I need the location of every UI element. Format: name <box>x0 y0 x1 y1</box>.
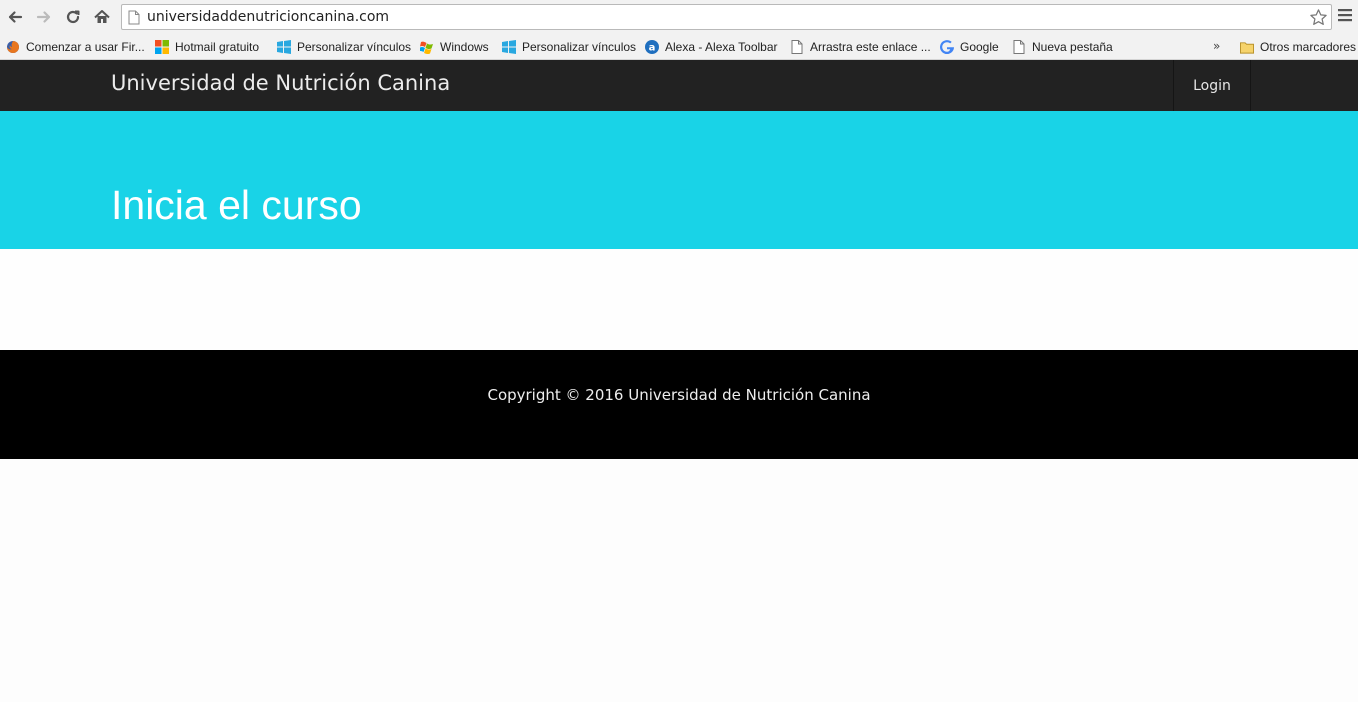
site-brand[interactable]: Universidad de Nutrición Canina <box>111 71 450 95</box>
address-bar[interactable]: universidaddenutricioncanina.com <box>121 4 1332 30</box>
bookmark-item[interactable]: Personalizar vínculos <box>502 37 636 57</box>
bookmark-label: Windows <box>440 40 489 54</box>
other-bookmarks-folder[interactable]: Otros marcadores <box>1240 37 1356 57</box>
firefox-icon <box>6 40 20 54</box>
bookmark-label: Personalizar vínculos <box>297 40 412 54</box>
forward-button[interactable] <box>33 6 55 28</box>
page-icon <box>790 40 804 54</box>
url-text: universidaddenutricioncanina.com <box>147 9 390 25</box>
site-footer: Copyright © 2016 Universidad de Nutrició… <box>0 350 1358 459</box>
home-icon <box>94 10 110 23</box>
login-link[interactable]: Login <box>1173 60 1251 111</box>
bookmark-item[interactable]: a Alexa - Alexa Toolbar <box>645 37 778 57</box>
page-icon <box>128 10 140 25</box>
windows-xp-flag-icon <box>420 40 434 54</box>
bookmark-item[interactable]: Windows <box>420 37 489 57</box>
main-content <box>0 249 1358 350</box>
page-icon <box>1012 40 1026 54</box>
bookmark-label: Alexa - Alexa Toolbar <box>665 40 778 54</box>
browser-toolbar: universidaddenutricioncanina.com <box>0 0 1358 34</box>
bookmark-item[interactable]: Comenzar a usar Fir... <box>6 37 145 57</box>
bookmark-label: Google <box>960 40 999 54</box>
bookmark-label: Hotmail gratuito <box>175 40 260 54</box>
bookmark-label: Personalizar vínculos <box>522 40 637 54</box>
folder-icon <box>1240 40 1254 54</box>
bookmark-item[interactable]: Personalizar vínculos <box>277 37 411 57</box>
bookmark-star-icon[interactable] <box>1309 8 1328 27</box>
bookmarks-bar: Comenzar a usar Fir... Hotmail gratuito … <box>0 34 1358 60</box>
back-button[interactable] <box>4 6 26 28</box>
bookmark-item[interactable]: Arrastra este enlace ... <box>790 37 931 57</box>
bookmark-label: Nueva pestaña <box>1032 40 1113 54</box>
svg-text:a: a <box>649 43 656 54</box>
site-navbar: Universidad de Nutrición Canina Login <box>0 60 1358 111</box>
bookmark-item[interactable]: Nueva pestaña <box>1012 37 1113 57</box>
forward-arrow-icon <box>36 11 51 23</box>
bookmark-item[interactable]: Google <box>940 37 999 57</box>
microsoft-logo-icon <box>155 40 169 54</box>
browser-menu-icon[interactable] <box>1338 8 1352 22</box>
reload-button[interactable] <box>62 6 84 28</box>
bookmark-label: Comenzar a usar Fir... <box>26 40 145 54</box>
bookmark-item[interactable]: Hotmail gratuito <box>155 37 259 57</box>
other-bookmarks-label: Otros marcadores <box>1260 40 1357 54</box>
home-button[interactable] <box>91 6 113 28</box>
google-icon <box>940 40 954 54</box>
reload-icon <box>66 10 80 24</box>
back-arrow-icon <box>8 11 23 23</box>
bookmark-label: Arrastra este enlace ... <box>810 40 931 54</box>
windows-flag-icon <box>277 40 291 54</box>
windows-flag-icon <box>502 40 516 54</box>
footer-copyright: Copyright © 2016 Universidad de Nutrició… <box>487 386 871 404</box>
alexa-icon: a <box>645 40 659 54</box>
hero-banner: Inicia el curso <box>0 111 1358 249</box>
more-bookmarks-chevron-icon[interactable]: » <box>1213 39 1220 53</box>
page-title: Inicia el curso <box>111 182 362 228</box>
